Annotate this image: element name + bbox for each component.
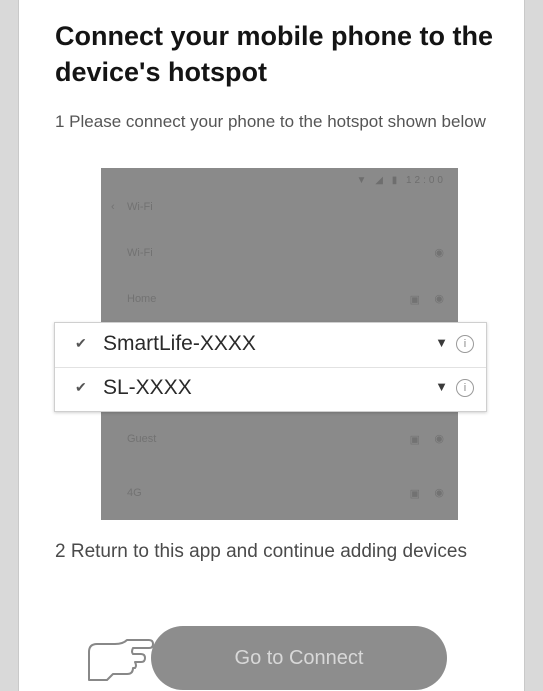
info-icon[interactable]: i (456, 335, 474, 353)
info-icon[interactable]: i (456, 379, 474, 397)
network-row-sl[interactable]: ✔ SL-XXXX ▼ i (55, 367, 486, 411)
back-arrow-icon: ‹ (111, 201, 115, 213)
lock-icon: ▣ (409, 434, 420, 446)
wifi-icon: ◉ (434, 487, 444, 499)
network-name: SmartLife-XXXX (103, 332, 256, 355)
phone-list-item: ‹ Wi-Fi (111, 201, 153, 213)
phone-list-item: 4G ▣ ◉ (127, 487, 444, 500)
go-to-connect-button[interactable]: Go to Connect (151, 626, 447, 690)
wifi-icon: ▼ (435, 335, 448, 350)
checkmark-icon: ✔ (75, 379, 87, 395)
phone-list-item: Home ▣ ◉ (127, 293, 444, 306)
network-row-smartlife[interactable]: ✔ SmartLife-XXXX ▼ i (55, 323, 486, 368)
phone-list-item: Guest ▣ ◉ (127, 433, 444, 446)
wifi-icon: ◉ (434, 247, 444, 259)
status-bar: ▼ ◢ ▮ 12:00 (356, 175, 446, 186)
wifi-icon: ◉ (434, 433, 444, 445)
wifi-icon: ▼ (435, 379, 448, 394)
lock-icon: ▣ (409, 488, 420, 500)
network-name: SL-XXXX (103, 376, 192, 399)
wifi-icon: ◉ (434, 293, 444, 305)
page-title: Connect your mobile phone to the device'… (55, 21, 493, 87)
pointing-hand-icon (88, 639, 154, 681)
lock-icon: ▣ (409, 294, 420, 306)
phone-list-item: Wi-Fi ◉ (127, 247, 444, 259)
checkmark-icon: ✔ (75, 335, 87, 351)
step-2-instruction: 2 Return to this app and continue adding… (55, 541, 467, 562)
step-1-instruction: 1 Please connect your phone to the hotsp… (55, 112, 486, 131)
hotspot-network-list: ✔ SmartLife-XXXX ▼ i ✔ SL-XXXX ▼ i (54, 322, 487, 412)
